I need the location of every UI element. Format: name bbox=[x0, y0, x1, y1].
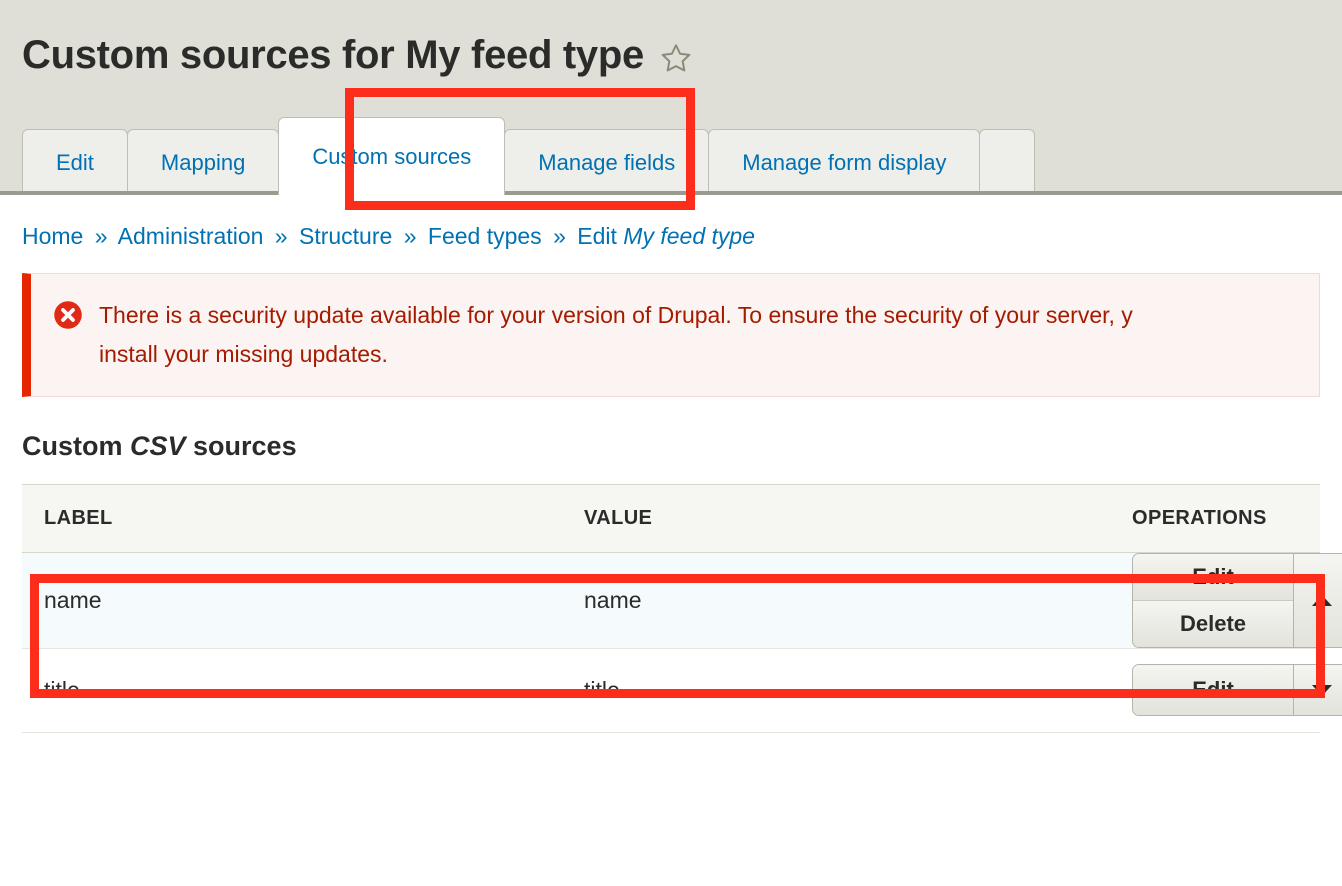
edit-button[interactable]: Edit bbox=[1133, 665, 1293, 716]
section-heading-emphasis: CSV bbox=[130, 430, 186, 461]
error-message-line1: There is a security update available for… bbox=[99, 301, 1133, 328]
column-header-value: VALUE bbox=[562, 483, 1110, 553]
main-content: Home » Administration » Structure » Feed… bbox=[0, 195, 1342, 733]
table-row: name name Edit Delete bbox=[22, 552, 1342, 649]
cell-label: title bbox=[22, 648, 562, 733]
chevron-up-icon bbox=[1312, 594, 1332, 606]
dropbutton-toggle-collapse[interactable] bbox=[1293, 552, 1342, 648]
section-heading-prefix: Custom bbox=[22, 430, 130, 461]
tab-edit-label: Edit bbox=[56, 149, 94, 175]
table-body: name name Edit Delete title title Edit bbox=[22, 552, 1342, 733]
tab-mapping-label: Mapping bbox=[160, 149, 246, 175]
delete-button[interactable]: Delete bbox=[1133, 599, 1293, 647]
table-header-row: LABEL VALUE OPERATIONS bbox=[22, 483, 1320, 553]
primary-tabs: Edit Mapping Custom sources Manage field… bbox=[22, 110, 1342, 195]
dropbutton-toggle-expand[interactable] bbox=[1293, 664, 1342, 717]
star-outline-icon[interactable] bbox=[659, 41, 693, 75]
breadcrumb-item-feed-types[interactable]: Feed types bbox=[428, 223, 542, 249]
breadcrumb-item-home[interactable]: Home bbox=[22, 223, 83, 249]
edit-button[interactable]: Edit bbox=[1133, 553, 1293, 600]
breadcrumb-item-administration[interactable]: Administration bbox=[118, 223, 264, 249]
section-heading: Custom CSV sources bbox=[22, 431, 1320, 462]
breadcrumb-separator: » bbox=[553, 223, 566, 249]
error-message-text: There is a security update available for… bbox=[99, 296, 1133, 374]
page-title: Custom sources for My feed type bbox=[22, 33, 644, 77]
error-circle-x-icon bbox=[53, 300, 83, 335]
cell-value: title bbox=[562, 648, 1110, 733]
tab-manage-form-display-label: Manage form display bbox=[742, 149, 947, 175]
tab-custom-sources-label: Custom sources bbox=[312, 143, 472, 169]
tab-overflow-partial[interactable] bbox=[979, 129, 1036, 195]
primary-tabs-bar: Edit Mapping Custom sources Manage field… bbox=[0, 110, 1342, 195]
table-row: title title Edit bbox=[22, 648, 1342, 733]
column-header-label: LABEL bbox=[22, 483, 562, 553]
tab-bar-underline bbox=[0, 191, 1342, 195]
cell-operations: Edit bbox=[1110, 648, 1342, 733]
tab-mapping[interactable]: Mapping bbox=[126, 129, 280, 195]
breadcrumb-item-edit[interactable]: Edit bbox=[577, 223, 617, 249]
dropbutton-items: Edit bbox=[1132, 664, 1293, 717]
section-heading-suffix: sources bbox=[185, 430, 297, 461]
breadcrumb-separator: » bbox=[274, 223, 288, 249]
cell-value: name bbox=[562, 552, 1110, 649]
table-head: LABEL VALUE OPERATIONS bbox=[22, 483, 1320, 553]
tab-manage-fields[interactable]: Manage fields bbox=[504, 129, 710, 195]
status-message-error: There is a security update available for… bbox=[22, 272, 1320, 397]
dropbutton-name-row: Edit Delete bbox=[1132, 552, 1342, 648]
breadcrumb-separator: » bbox=[94, 223, 108, 249]
page-header: Custom sources for My feed type bbox=[0, 0, 1342, 110]
tab-manage-fields-label: Manage fields bbox=[538, 149, 676, 175]
chevron-down-icon bbox=[1312, 684, 1332, 696]
column-header-operations: OPERATIONS bbox=[1110, 483, 1320, 553]
custom-sources-table: LABEL VALUE OPERATIONS name name Edit De… bbox=[22, 483, 1342, 733]
cell-operations: Edit Delete bbox=[1110, 552, 1342, 649]
breadcrumb: Home » Administration » Structure » Feed… bbox=[22, 195, 1320, 273]
breadcrumb-item-structure[interactable]: Structure bbox=[299, 223, 392, 249]
dropbutton-title-row: Edit bbox=[1132, 664, 1342, 717]
tab-custom-sources[interactable]: Custom sources bbox=[278, 117, 506, 195]
dropbutton-items: Edit Delete bbox=[1132, 552, 1293, 648]
breadcrumb-current-page: My feed type bbox=[623, 223, 755, 249]
breadcrumb-separator: » bbox=[403, 223, 417, 249]
tab-manage-form-display[interactable]: Manage form display bbox=[708, 129, 981, 195]
tab-edit[interactable]: Edit bbox=[22, 129, 128, 195]
cell-label: name bbox=[22, 552, 562, 649]
error-message-line2: install your missing updates. bbox=[99, 340, 388, 367]
